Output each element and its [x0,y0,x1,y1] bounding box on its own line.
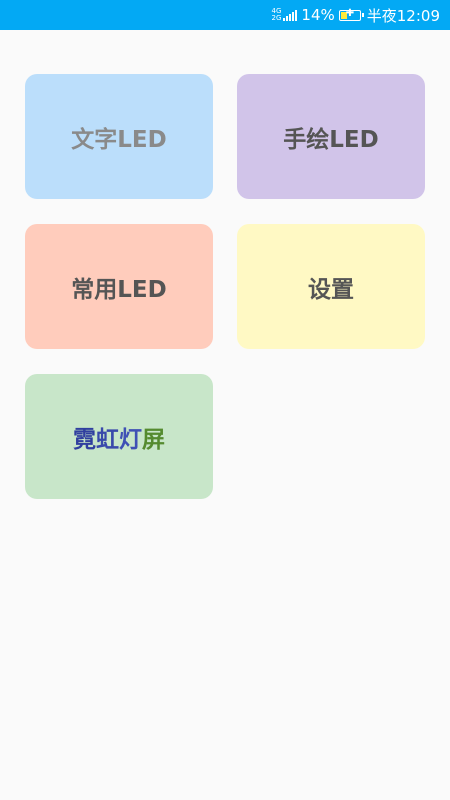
hand-drawn-led-button[interactable]: 手绘LED [237,74,425,199]
network-type-bottom: 2G [271,14,282,22]
hand-drawn-led-label: 手绘LED [283,126,379,153]
status-bar: 4G 2G 14% ✚ 半夜12:09 [0,0,450,30]
common-led-button[interactable]: 常用LED [25,224,213,349]
text-led-button[interactable]: 文字LED [25,74,213,199]
neon-char-1: 霓 [73,426,96,453]
settings-button[interactable]: 设置 [237,224,425,349]
neon-char-2: 虹 [96,426,119,453]
neon-char-4: 屏 [142,426,165,453]
settings-label: 设置 [308,276,354,303]
network-type-indicator: 4G 2G [272,8,282,22]
signal-strength-icon [283,9,298,21]
neon-screen-button[interactable]: 霓虹灯屏 [25,374,213,499]
battery-percentage: 14% [301,6,335,24]
text-led-label: 文字LED [71,126,167,153]
neon-screen-label: 霓虹灯屏 [73,420,165,454]
clock: 半夜12:09 [366,6,440,25]
battery-charging-icon: ✚ [338,8,364,21]
common-led-label: 常用LED [71,276,167,303]
neon-char-3: 灯 [119,426,142,453]
